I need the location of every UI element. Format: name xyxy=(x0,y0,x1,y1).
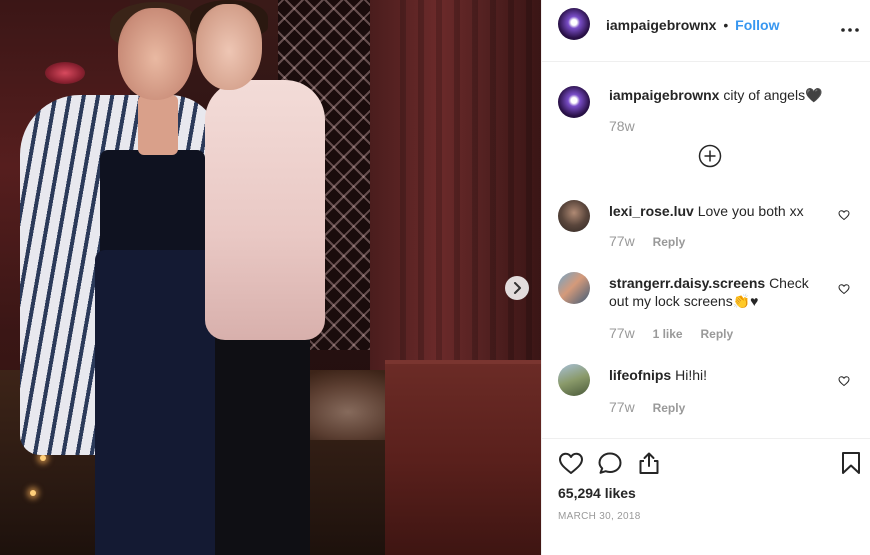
post-header: iampaigebrownx • Follow xyxy=(542,0,870,62)
avatar[interactable] xyxy=(558,272,590,304)
photo-candle xyxy=(30,490,36,496)
person-left-top xyxy=(100,150,205,260)
comment-like-button[interactable] xyxy=(838,282,850,298)
comment-meta: 77w Reply xyxy=(609,233,685,249)
post-dialog: iampaigebrownx • Follow iampaigebrownx c… xyxy=(0,0,870,555)
comment-item: strangerr.daisy.screens Check out my loc… xyxy=(558,272,858,332)
comment-like-button[interactable] xyxy=(838,374,850,390)
caption-text: iampaigebrownx city of angels🖤 xyxy=(609,86,829,104)
photo-curtain xyxy=(400,0,541,420)
like-button[interactable] xyxy=(558,451,584,478)
like-count[interactable]: 65,294 likes xyxy=(558,485,636,501)
comment-meta: 77w Reply xyxy=(609,399,685,415)
more-options-button[interactable] xyxy=(841,16,859,37)
avatar[interactable] xyxy=(558,364,590,396)
caption-username[interactable]: iampaigebrownx xyxy=(609,87,719,103)
comment-icon xyxy=(598,452,622,474)
heart-icon xyxy=(838,284,850,295)
post-photo[interactable] xyxy=(0,0,541,555)
heart-icon xyxy=(838,210,850,221)
reply-button[interactable]: Reply xyxy=(701,327,734,341)
caption-time[interactable]: 78w xyxy=(609,118,635,134)
photo-candle xyxy=(40,455,46,461)
load-more-icon xyxy=(698,144,722,168)
save-icon xyxy=(842,452,860,474)
comment-text: strangerr.daisy.screens Check out my loc… xyxy=(609,274,829,310)
comment-item: lexi_rose.luv Love you both xx xyxy=(558,200,858,260)
next-photo-button[interactable] xyxy=(505,276,529,300)
save-button[interactable] xyxy=(841,451,861,478)
photo-lamp xyxy=(45,62,85,84)
comment-item: lifeofnips Hi!hi! xyxy=(558,364,858,424)
comment-time[interactable]: 77w xyxy=(609,233,635,249)
follow-button[interactable]: Follow xyxy=(735,17,779,33)
person-right-blouse xyxy=(205,80,325,340)
comment-text: lifeofnips Hi!hi! xyxy=(609,366,829,384)
person-left-pants xyxy=(95,250,215,555)
share-button[interactable] xyxy=(637,451,661,478)
person-left-face xyxy=(118,8,193,100)
share-icon xyxy=(639,452,659,474)
reply-button[interactable]: Reply xyxy=(653,235,686,249)
comment-username[interactable]: lexi_rose.luv xyxy=(609,203,694,219)
avatar[interactable] xyxy=(558,86,590,118)
person-right-face xyxy=(196,4,262,90)
comment-likes[interactable]: 1 like xyxy=(653,327,683,341)
photo-railing xyxy=(385,360,541,555)
comment-username[interactable]: lifeofnips xyxy=(609,367,671,383)
comment-meta: 77w 1 like Reply xyxy=(609,325,733,341)
like-icon xyxy=(559,452,583,474)
header-separator: • xyxy=(723,17,729,33)
more-options-icon xyxy=(841,28,859,32)
comment-button[interactable] xyxy=(597,451,623,478)
heart-icon xyxy=(838,376,850,387)
person-left-neck xyxy=(138,95,178,155)
load-more-comments-button[interactable] xyxy=(698,144,722,171)
next-photo-icon xyxy=(514,282,521,294)
post-side-panel: iampaigebrownx • Follow iampaigebrownx c… xyxy=(541,0,870,555)
comment-body: Hi!hi! xyxy=(675,367,708,383)
avatar[interactable] xyxy=(558,200,590,232)
comment-time[interactable]: 77w xyxy=(609,399,635,415)
post-actions: 65,294 likes MARCH 30, 2018 xyxy=(542,438,870,555)
comment-text: lexi_rose.luv Love you both xx xyxy=(609,202,829,220)
caption-meta: 78w xyxy=(609,118,635,134)
header-username[interactable]: iampaigebrownx xyxy=(606,17,716,33)
reply-button[interactable]: Reply xyxy=(653,401,686,415)
post-date[interactable]: MARCH 30, 2018 xyxy=(558,511,641,522)
avatar[interactable] xyxy=(558,8,590,40)
caption: iampaigebrownx city of angels🖤 xyxy=(558,86,858,146)
caption-body: city of angels🖤 xyxy=(723,87,823,103)
header-user-line: iampaigebrownx • Follow xyxy=(606,17,779,33)
comment-body: Love you both xx xyxy=(697,203,804,219)
comment-username[interactable]: strangerr.daisy.screens xyxy=(609,275,765,291)
comment-time[interactable]: 77w xyxy=(609,325,635,341)
comment-like-button[interactable] xyxy=(838,208,850,224)
